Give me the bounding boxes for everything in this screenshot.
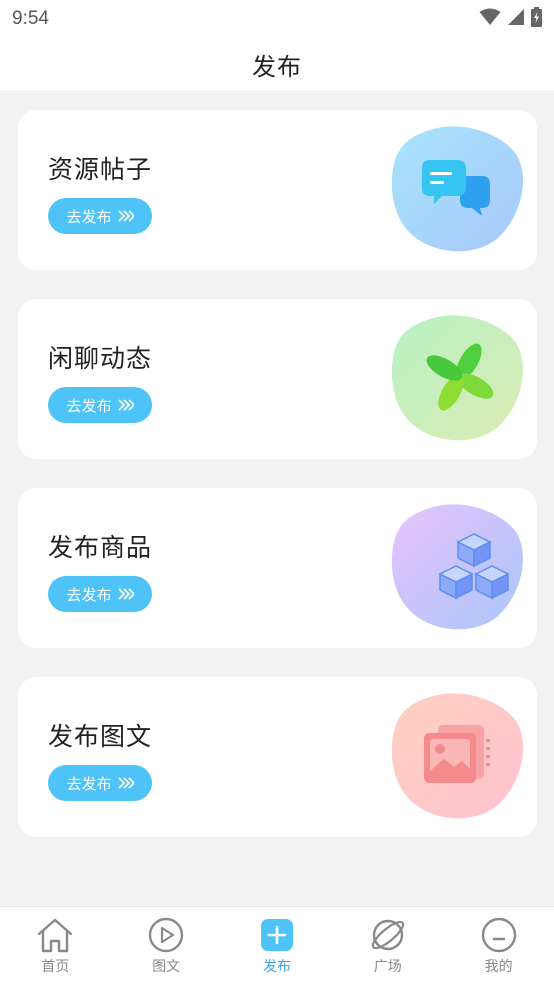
card-title: 资源帖子 [48,155,153,184]
bottom-tab-bar: 首页 图文 发布 广场 我的 [0,906,554,984]
tab-label: 发布 [262,959,291,975]
tab-home[interactable]: 首页 [0,907,111,984]
card-title: 发布商品 [48,533,153,562]
publish-button[interactable]: 去发布 [48,765,152,801]
tab-mine[interactable]: 我的 [443,907,554,984]
double-chevron-right-icon [117,588,134,600]
publish-button-label: 去发布 [66,585,112,604]
cellular-signal-icon [507,8,525,30]
chat-bubbles-icon [390,124,524,254]
status-icons [479,7,542,31]
card-publish-product[interactable]: 发布商品 去发布 [18,488,537,648]
planet-icon [369,916,407,954]
smile-icon [480,916,518,954]
card-publish-image-text[interactable]: 发布图文 去发布 [18,677,537,837]
double-chevron-right-icon [117,399,134,411]
publish-button-label: 去发布 [66,396,112,415]
card-title: 发布图文 [48,722,153,751]
double-chevron-right-icon [117,210,134,222]
tab-label: 我的 [484,959,513,975]
card-casual-chat[interactable]: 闲聊动态 去发布 [18,299,537,459]
publish-button[interactable]: 去发布 [48,576,152,612]
image-stack-icon [390,691,524,821]
home-icon [36,916,74,954]
publish-button[interactable]: 去发布 [48,387,152,423]
card-title: 闲聊动态 [48,344,153,373]
tab-label: 图文 [152,959,181,975]
tab-square[interactable]: 广场 [332,907,443,984]
battery-icon [531,7,542,31]
tab-publish[interactable]: 发布 [222,907,333,984]
double-chevron-right-icon [117,777,134,789]
pinwheel-icon [390,313,524,443]
publish-options: 资源帖子 去发布 闲聊动态 去发布 发布商品 去发布 发布图文 去发布 [0,92,554,906]
page-title: 发布 [252,53,302,81]
publish-button[interactable]: 去发布 [48,198,152,234]
tab-label: 首页 [41,959,70,975]
wifi-icon [479,8,501,30]
cubes-icon [390,502,524,632]
publish-button-label: 去发布 [66,774,112,793]
tab-image-text[interactable]: 图文 [111,907,222,984]
status-bar: 9:54 [0,0,554,38]
status-time: 9:54 [12,8,49,29]
card-resource-post[interactable]: 资源帖子 去发布 [18,110,537,270]
plus-square-icon [258,916,296,954]
page-header: 发布 [0,38,554,92]
publish-button-label: 去发布 [66,207,112,226]
play-circle-icon [147,916,185,954]
tab-label: 广场 [373,959,402,975]
